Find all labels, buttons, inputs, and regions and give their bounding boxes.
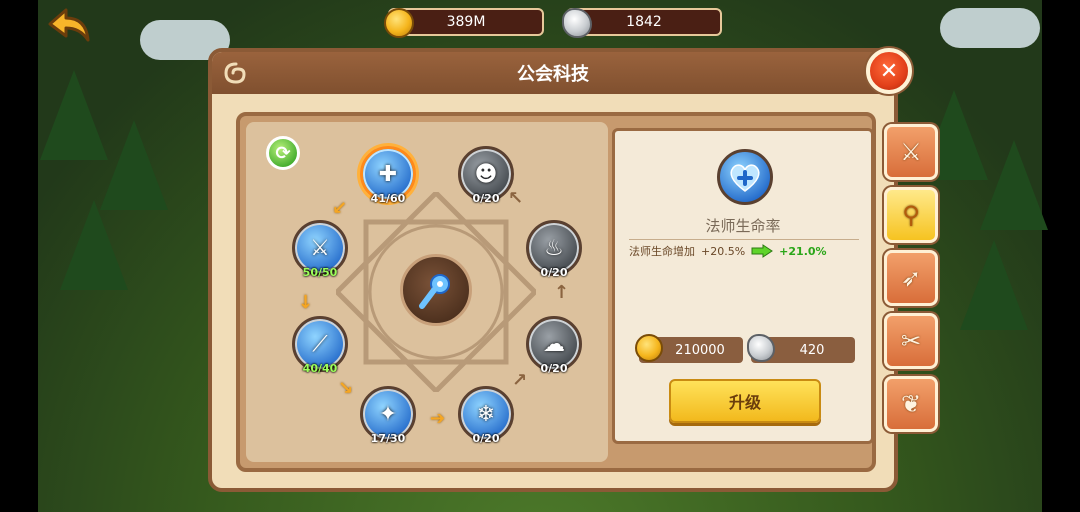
path-arrow: ↙ [332, 198, 348, 219]
tech-node-level: 0/20 [472, 432, 500, 445]
archer-icon: ➶ [900, 264, 922, 292]
tech-node-level: 50/50 [302, 266, 338, 279]
right-letterbox [1042, 0, 1080, 512]
center-emblem [400, 254, 472, 326]
selected-tech-icon [717, 149, 773, 205]
tech-node-level: 0/20 [540, 362, 568, 375]
path-arrow: ↘ [338, 378, 354, 399]
panel-body: ⟳ ✚ 41/60 ⚔ 50/50 ⟋ 40/40 ✦ 17/30 ❄ 0/20 ☁ 0/20 ♨ 0/2… [236, 112, 876, 472]
tab-archer[interactable]: ➶ [884, 250, 938, 306]
gold-counter: 389M [384, 8, 544, 38]
gold-cost-value: 210000 [675, 342, 725, 358]
tech-name: 法师生命率 [705, 217, 781, 235]
stat-current: +20.5% [701, 244, 746, 258]
stone-icon [562, 8, 592, 38]
mage-hp-heart-icon: ✚ [378, 161, 398, 187]
tab-wings[interactable]: ❦ [884, 376, 938, 432]
tech-node-level: 17/30 [370, 432, 406, 445]
shadow-dash-icon: ☁ [543, 331, 565, 357]
gold-cost: 210000 [635, 334, 743, 363]
path-arrow: ↖ [508, 188, 524, 209]
path-arrow: ↑ [554, 282, 570, 303]
tab-rogue[interactable]: ✂ [884, 313, 938, 369]
guild-tech-panel: 公会科技 ⟳ ✚ 41/60 ⚔ 50/50 ⟋ 40/40 ✦ 17/30 ❄ [208, 48, 898, 492]
tree [40, 70, 108, 160]
refresh-icon: ⟳ [275, 142, 291, 164]
tab-warrior[interactable]: ⚔ [884, 124, 938, 180]
panel-title: 公会科技 [517, 64, 589, 85]
gold-amount: 389M [446, 14, 486, 30]
wings-icon: ❦ [900, 390, 922, 418]
stone-icon [747, 334, 775, 362]
tech-node-level: 41/60 [370, 192, 406, 205]
divider [629, 239, 859, 240]
ghost-figure-icon: ☻ [474, 161, 498, 187]
tech-node-level: 0/20 [472, 192, 500, 205]
stat-row: 法师生命增加 +20.5% +21.0% [629, 243, 869, 259]
mage-icon: ⚲ [902, 201, 920, 229]
blade-strike-icon: ⟋ [312, 331, 328, 357]
upgrade-button[interactable]: 升级 [669, 379, 821, 423]
back-button[interactable] [46, 6, 94, 46]
tech-tree: ⟳ ✚ 41/60 ⚔ 50/50 ⟋ 40/40 ✦ 17/30 ❄ 0/20 ☁ 0/20 ♨ 0/2… [246, 122, 608, 462]
gold-coin-icon [635, 334, 663, 362]
tree [100, 120, 168, 210]
sword-shield-icon: ⚔ [310, 235, 330, 261]
stone-cost-value: 420 [799, 342, 825, 358]
green-arrow-icon [751, 244, 774, 258]
panel-header: 公会科技 [212, 52, 894, 94]
dark-flame-icon: ♨ [544, 235, 564, 261]
cloud [940, 8, 1040, 48]
upgrade-label: 升级 [728, 393, 761, 412]
stone-counter: 1842 [562, 8, 722, 38]
tech-node-level: 0/20 [540, 266, 568, 279]
tree [980, 140, 1048, 230]
swirl-ornament-icon [224, 62, 246, 84]
left-letterbox [0, 0, 38, 512]
heart-plus-icon [730, 164, 760, 192]
close-icon: ✕ [879, 58, 899, 84]
warrior-icon: ⚔ [900, 138, 922, 166]
refresh-button[interactable]: ⟳ [266, 136, 300, 170]
close-button[interactable]: ✕ [866, 48, 912, 94]
stone-cost: 420 [747, 334, 855, 363]
tech-detail-card: 法师生命率 法师生命增加 +20.5% +21.0% 210000 420 升级 [612, 128, 874, 444]
stat-name: 法师生命增加 [629, 245, 695, 258]
tree [60, 200, 128, 290]
rogue-icon: ✂ [900, 327, 922, 355]
back-arrow-icon [48, 8, 90, 42]
whirlwind-icon: ✦ [378, 401, 398, 427]
path-arrow: ↓ [298, 292, 314, 313]
stat-next: +21.0% [779, 244, 827, 258]
frost-field-icon: ❄ [476, 401, 496, 427]
path-arrow: ↗ [512, 370, 528, 391]
mage-staff-icon [419, 274, 450, 309]
tree [960, 240, 1028, 330]
gold-coin-icon [384, 8, 414, 38]
path-arrow: ➔ [430, 408, 446, 429]
stone-amount: 1842 [626, 14, 662, 30]
tab-mage[interactable]: ⚲ [884, 187, 938, 243]
tech-node-level: 40/40 [302, 362, 338, 375]
